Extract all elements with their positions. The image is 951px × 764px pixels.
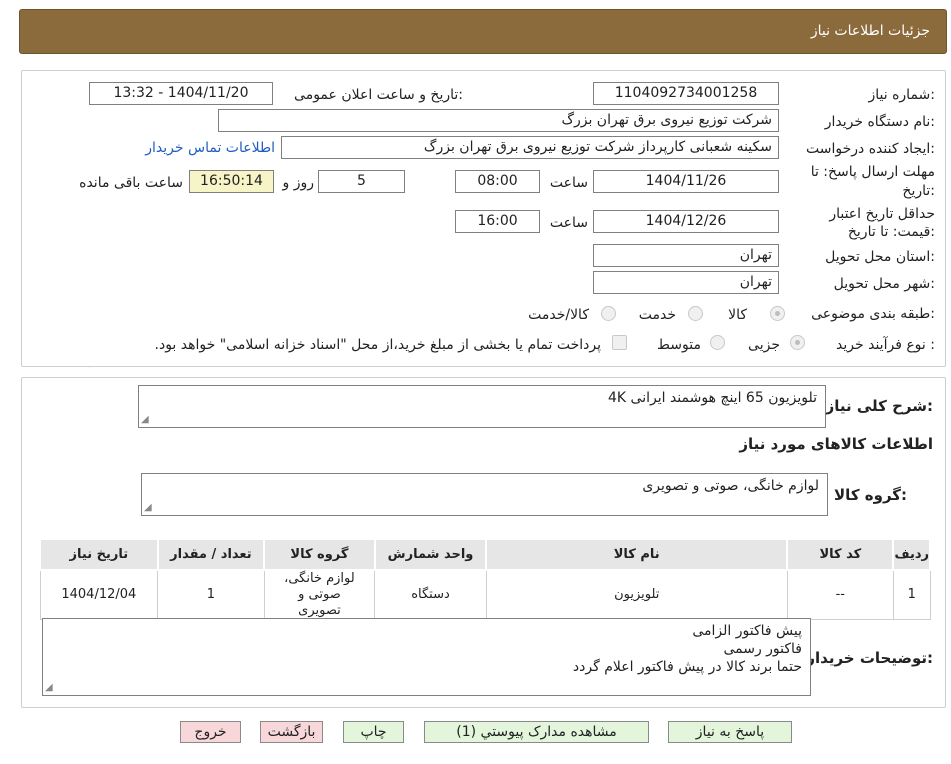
col-header-need-date: تاریخ نیاز: [39, 538, 159, 571]
treasury-checkbox[interactable]: [612, 335, 627, 350]
table-header-row: ردیف کد کالا نام کالا واحد شمارش گروه کا…: [39, 538, 931, 571]
process-option-medium: متوسط: [657, 337, 701, 353]
reply-deadline-label-2: تاریخ:: [902, 183, 935, 199]
buyer-note-line: حتما برند کالا در پیش فاکتور اعلام گردد: [572, 659, 802, 675]
process-type-label: نوع فرآیند خرید :: [836, 337, 935, 353]
table-cell-row-number: 1: [892, 569, 931, 620]
category-option-service: خدمت: [638, 307, 676, 323]
category-option-goods: کالا: [728, 307, 747, 323]
need-number-label: شماره نیاز:: [868, 87, 935, 103]
remaining-days-field: 5: [318, 170, 405, 193]
remaining-days-label: روز و: [282, 175, 315, 191]
reply-deadline-label: مهلت ارسال پاسخ: تا: [810, 164, 935, 180]
buyer-notes-label: توضیحات خریدار:: [806, 649, 933, 667]
summary-text: تلویزیون 65 اینچ هوشمند ایرانی 4K: [608, 390, 817, 406]
resize-grip-icon[interactable]: ◢: [144, 503, 152, 513]
validity-date-field: 1404/12/26: [593, 210, 779, 233]
reply-time-field: 08:00: [455, 170, 540, 193]
price-validity-label: حداقل تاریخ اعتبار: [829, 206, 935, 222]
col-header-unit: واحد شمارش: [373, 538, 488, 571]
table-cell-unit: دستگاه: [374, 569, 487, 620]
buyer-org-field: شرکت توزیع نیروی برق تهران بزرگ: [218, 109, 779, 132]
resize-grip-icon[interactable]: ◢: [45, 683, 53, 693]
buyer-contact-link[interactable]: اطلاعات تماس خریدار: [145, 140, 275, 156]
table-cell-group: لوازم خانگی، صوتی و تصویری: [263, 569, 376, 620]
buyer-org-label: نام دستگاه خریدار:: [824, 114, 935, 130]
remaining-time-field: 16:50:14: [189, 170, 274, 193]
table-cell-need-date: 1404/12/04: [39, 569, 159, 620]
process-radio-medium[interactable]: [710, 335, 725, 350]
category-radio-goods-service[interactable]: [601, 306, 616, 321]
city-field: تهران: [593, 271, 779, 294]
page-title: جزئیات اطلاعات نیاز: [810, 23, 930, 39]
city-label: شهر محل تحویل:: [833, 276, 935, 292]
creator-field: سکینه شعبانی کارپرداز شرکت توزیع نیروی ب…: [281, 136, 779, 159]
goods-info-title: اطلاعات کالاهای مورد نیاز: [739, 435, 933, 453]
reply-button[interactable]: پاسخ به نیاز: [668, 721, 792, 743]
col-header-quantity: تعداد / مقدار: [156, 538, 266, 571]
province-label: استان محل تحویل:: [825, 249, 935, 265]
page-header: جزئیات اطلاعات نیاز: [19, 9, 947, 54]
summary-label: شرح کلی نیاز:: [825, 397, 933, 415]
buyer-notes-textarea: پیش فاکتور الزامی فاکتور رسمی حتما برند …: [42, 618, 811, 696]
price-validity-label-2: قیمت: تا تاریخ:: [847, 224, 935, 240]
process-radio-minor[interactable]: [790, 335, 805, 350]
category-radio-goods[interactable]: [770, 306, 785, 321]
col-header-group: گروه کالا: [263, 538, 376, 571]
remaining-time-label: ساعت باقی مانده: [79, 175, 183, 191]
reply-date-field: 1404/11/26: [593, 170, 779, 193]
goods-group-text: لوازم خانگی، صوتی و تصویری: [642, 478, 819, 494]
col-header-row-number: ردیف: [892, 538, 931, 571]
buyer-note-line: فاکتور رسمی: [723, 641, 802, 657]
category-label: طبقه بندی موضوعی:: [811, 306, 935, 322]
province-field: تهران: [593, 244, 779, 267]
table-cell-item-name: تلویزیون: [485, 569, 788, 620]
table-cell-item-code: --: [786, 569, 894, 620]
items-table: ردیف کد کالا نام کالا واحد شمارش گروه کا…: [39, 538, 931, 620]
table-row: 1 -- تلویزیون دستگاه لوازم خانگی، صوتی و…: [39, 569, 931, 620]
col-header-item-name: نام کالا: [485, 538, 789, 571]
treasury-note: پرداخت تمام یا بخشی از مبلغ خرید،از محل …: [154, 337, 601, 353]
exit-button[interactable]: خروج: [180, 721, 241, 743]
validity-time-label: ساعت: [549, 215, 588, 231]
announce-date-field: 1404/11/20 - 13:32: [89, 82, 273, 105]
creator-label: ایجاد کننده درخواست:: [806, 141, 935, 157]
announce-date-label: تاریخ و ساعت اعلان عمومی:: [294, 87, 463, 103]
reply-time-label: ساعت: [549, 175, 588, 191]
goods-group-label: گروه کالا:: [834, 486, 907, 504]
table-cell-quantity: 1: [157, 569, 265, 620]
col-header-item-code: کد کالا: [786, 538, 895, 571]
process-option-minor: جزیی: [748, 337, 780, 353]
need-number-field: 1104092734001258: [593, 82, 779, 105]
goods-group-textarea: لوازم خانگی، صوتی و تصویری ◢: [141, 473, 828, 516]
summary-textarea: تلویزیون 65 اینچ هوشمند ایرانی 4K ◢: [138, 385, 826, 428]
validity-time-field: 16:00: [455, 210, 540, 233]
print-button[interactable]: چاپ: [343, 721, 404, 743]
buyer-note-line: پیش فاکتور الزامی: [692, 623, 802, 639]
resize-grip-icon[interactable]: ◢: [141, 415, 149, 425]
view-attachments-button[interactable]: مشاهده مدارک پیوستي (1): [424, 721, 649, 743]
back-button[interactable]: بازگشت: [260, 721, 323, 743]
category-radio-service[interactable]: [688, 306, 703, 321]
category-option-goods-service: کالا/خدمت: [528, 307, 589, 323]
